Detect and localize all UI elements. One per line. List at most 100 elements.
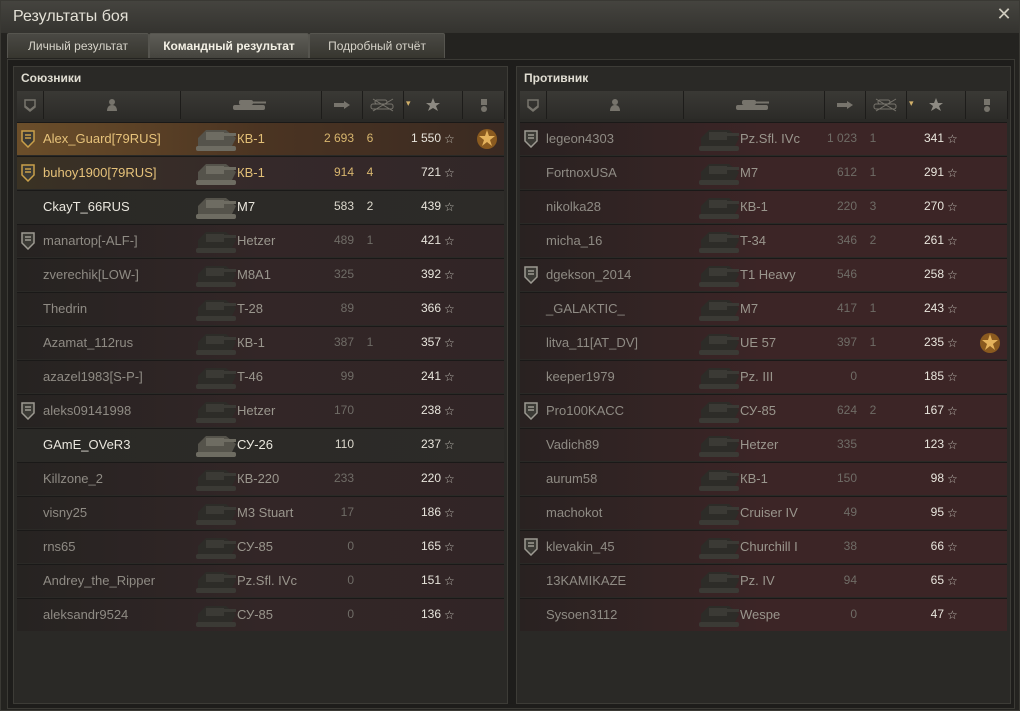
kills-column-icon[interactable] (866, 91, 907, 119)
ally-row[interactable]: rns65 СУ-85 0 165 ☆ (17, 530, 504, 563)
tank-name: T-28 (237, 301, 264, 316)
star-icon: ☆ (947, 268, 958, 282)
enemy-row[interactable]: 13KAMIKAZE Pz. IV 94 65 ☆ (520, 564, 1007, 597)
squad-column-icon[interactable] (17, 91, 44, 119)
tank-column-icon[interactable] (181, 91, 322, 119)
tank-name: M7 (740, 301, 759, 316)
enemy-row[interactable]: keeper1979 Pz. III 0 185 ☆ (520, 360, 1007, 393)
player-name: _GALAKTIC_ (546, 301, 625, 316)
player-name: FortnoxUSA (546, 165, 617, 180)
xp-value: 270 (923, 199, 944, 213)
tab-team[interactable]: Командный результат (149, 33, 309, 58)
xp-value: 123 (923, 437, 944, 451)
tank-name: КВ-220 (237, 471, 280, 486)
star-icon: ☆ (444, 268, 455, 282)
squad-badge-icon (21, 164, 35, 183)
enemy-header: ▾ (520, 91, 1008, 119)
damage-value: 110 (334, 437, 354, 451)
medal-icon[interactable] (475, 127, 499, 151)
squad-badge-icon (524, 266, 538, 285)
player-name: Vadich89 (546, 437, 600, 452)
star-icon: ☆ (444, 438, 455, 452)
ally-row[interactable]: buhoy1900[79RUS] КВ-1 914 4 721 ☆ (17, 156, 504, 189)
enemy-row[interactable]: litva_11[AT_DV] UE 57 397 1 235 ☆ (520, 326, 1007, 359)
squad-badge-icon (524, 402, 538, 421)
xp-value: 151 (420, 573, 441, 587)
ally-row[interactable]: Andrey_the_Ripper Pz.Sfl. IVc 0 151 ☆ (17, 564, 504, 597)
star-icon: ☆ (947, 506, 958, 520)
enemy-row[interactable]: FortnoxUSA M7 612 1 291 ☆ (520, 156, 1007, 189)
ally-row[interactable]: Thedrin T-28 89 366 ☆ (17, 292, 504, 325)
squad-column-icon[interactable] (520, 91, 547, 119)
tank-icon (192, 464, 236, 494)
player-name: machokot (546, 505, 603, 520)
ally-row[interactable]: aleksandr9524 СУ-85 0 136 ☆ (17, 598, 504, 631)
kills-value: 2 (366, 199, 374, 213)
damage-value: 624 (836, 403, 857, 417)
enemy-row[interactable]: klevakin_45 Churchill I 38 66 ☆ (520, 530, 1007, 563)
damage-value: 99 (340, 369, 354, 383)
damage-value: 546 (836, 267, 857, 281)
ally-row[interactable]: zverechik[LOW-] M8A1 325 392 ☆ (17, 258, 504, 291)
tab-detailed[interactable]: Подробный отчёт (309, 33, 445, 58)
ally-header: ▾ (17, 91, 505, 119)
tank-name: Pz. III (740, 369, 774, 384)
xp-value: 98 (930, 471, 944, 485)
damage-value: 0 (850, 369, 857, 383)
enemy-row[interactable]: legeon4303 Pz.Sfl. IVc 1 023 1 341 ☆ (520, 122, 1007, 155)
tank-name: Hetzer (237, 233, 276, 248)
tank-name: M7 (237, 199, 256, 214)
player-name: nikolka28 (546, 199, 601, 214)
enemy-row[interactable]: Vadich89 Hetzer 335 123 ☆ (520, 428, 1007, 461)
enemy-row[interactable]: Sysoen3112 Wespe 0 47 ☆ (520, 598, 1007, 631)
star-icon: ☆ (444, 200, 455, 214)
star-icon: ☆ (444, 234, 455, 248)
enemy-row[interactable]: aurum58 КВ-1 150 98 ☆ (520, 462, 1007, 495)
ally-row[interactable]: azazel1983[S-P-] T-46 99 241 ☆ (17, 360, 504, 393)
tab-personal[interactable]: Личный результат (7, 33, 149, 58)
tank-icon (192, 532, 236, 562)
player-name: Killzone_2 (43, 471, 103, 486)
medal-column-icon[interactable] (463, 91, 505, 119)
star-icon: ☆ (444, 404, 455, 418)
star-icon: ☆ (947, 472, 958, 486)
ally-row[interactable]: visny25 M3 Stuart 17 186 ☆ (17, 496, 504, 529)
enemy-row[interactable]: nikolka28 КВ-1 220 3 270 ☆ (520, 190, 1007, 223)
damage-value: 17 (340, 505, 354, 519)
sort-indicator-icon: ▾ (909, 98, 914, 108)
enemy-row[interactable]: _GALAKTIC_ M7 417 1 243 ☆ (520, 292, 1007, 325)
damage-column-icon[interactable] (825, 91, 866, 119)
enemy-row[interactable]: dgekson_2014 T1 Heavy 546 258 ☆ (520, 258, 1007, 291)
enemy-row[interactable]: micha_16 T-34 346 2 261 ☆ (520, 224, 1007, 257)
ally-row[interactable]: CkayT_66RUS M7 583 2 439 ☆ (17, 190, 504, 223)
player-name: litva_11[AT_DV] (546, 335, 639, 350)
tank-icon (192, 226, 236, 256)
ally-row[interactable]: GAmE_OVeR3 СУ-26 110 237 ☆ (17, 428, 504, 461)
player-column-icon[interactable] (547, 91, 684, 119)
kills-value: 2 (869, 403, 877, 417)
medal-icon[interactable] (978, 331, 1002, 355)
xp-value: 261 (923, 233, 944, 247)
enemies-title: Противник (524, 71, 589, 85)
close-icon[interactable]: ✕ (995, 5, 1013, 23)
tank-column-icon[interactable] (684, 91, 825, 119)
ally-row[interactable]: manartop[-ALF-] Hetzer 489 1 421 ☆ (17, 224, 504, 257)
tank-name: Churchill I (740, 539, 798, 554)
xp-column-icon[interactable]: ▾ (907, 91, 966, 119)
player-name: aleks09141998 (43, 403, 132, 418)
kills-column-icon[interactable] (363, 91, 404, 119)
enemy-row[interactable]: Pro100KACC СУ-85 624 2 167 ☆ (520, 394, 1007, 427)
enemy-row[interactable]: machokot Cruiser IV 49 95 ☆ (520, 496, 1007, 529)
damage-value: 346 (836, 233, 857, 247)
damage-column-icon[interactable] (322, 91, 363, 119)
tank-icon (192, 498, 236, 528)
ally-row[interactable]: aleks09141998 Hetzer 170 238 ☆ (17, 394, 504, 427)
player-name: micha_16 (546, 233, 603, 248)
ally-row[interactable]: Killzone_2 КВ-220 233 220 ☆ (17, 462, 504, 495)
xp-column-icon[interactable]: ▾ (404, 91, 463, 119)
medal-column-icon[interactable] (966, 91, 1008, 119)
tank-icon (695, 396, 739, 426)
player-column-icon[interactable] (44, 91, 181, 119)
ally-row[interactable]: Azamat_112rus КВ-1 387 1 357 ☆ (17, 326, 504, 359)
ally-row[interactable]: Alex_Guard[79RUS] КВ-1 2 693 6 1 550 ☆ (17, 122, 504, 155)
